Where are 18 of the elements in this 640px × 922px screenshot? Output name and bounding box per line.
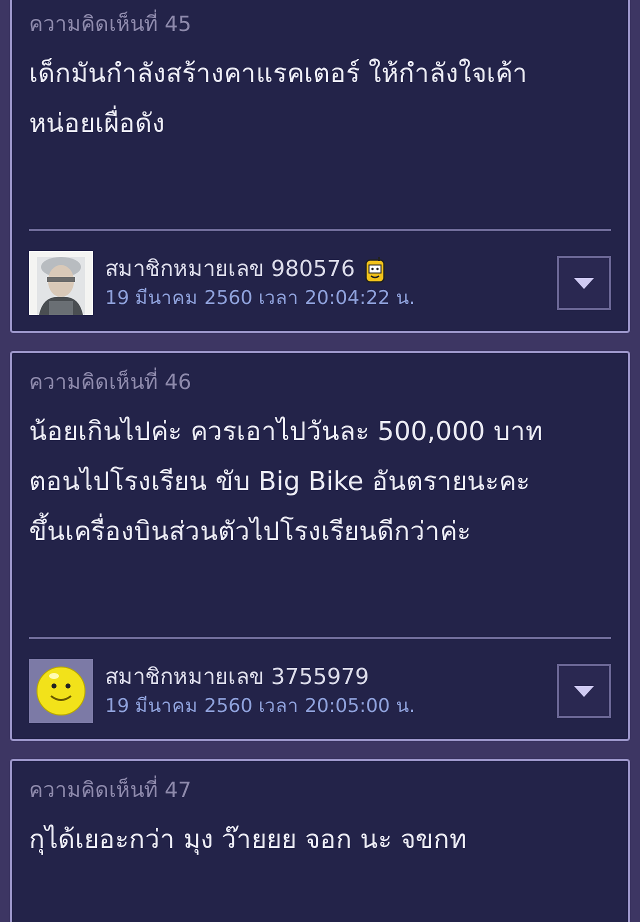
comment-date: 19 มีนาคม 2560 เวลา 20:04:22 น.: [105, 286, 416, 311]
comment-date: 19 มีนาคม 2560 เวลา 20:05:00 น.: [105, 694, 416, 719]
comment-text: หน่อยเผื่อดัง: [29, 99, 611, 149]
comment-text: ขึ้นเครื่องบินส่วนตัวไปโรงเรียนดีกว่าค่ะ: [29, 507, 611, 557]
comment-number: ความคิดเห็นที่ 47: [29, 775, 611, 805]
comment-number: ความคิดเห็นที่ 46: [29, 367, 611, 397]
comment-text: เด็กมันกำลังสร้างคาแรคเตอร์ ให้กำลังใจเค้า: [29, 57, 528, 91]
comment-number: ความคิดเห็นที่ 45: [29, 9, 611, 39]
comment-text: ตอนไปโรงเรียน ขับ Big Bike อันตรายนะคะ: [29, 466, 531, 499]
options-dropdown-button[interactable]: [557, 664, 611, 718]
member-name[interactable]: สมาชิกหมายเลข 980576: [105, 255, 355, 285]
member-name[interactable]: สมาชิกหมายเลข 3755979: [105, 663, 369, 693]
comment-text: กุได้เยอะกว่า มุง ว๊ายยย จอก นะ จขกท: [29, 824, 468, 857]
caret-icon: [574, 686, 594, 696]
caret-icon: [574, 278, 594, 288]
smiley-icon: [36, 666, 86, 716]
options-dropdown-button[interactable]: [557, 256, 611, 310]
comment-text: น้อยเกินไปค่ะ ควรเอาไปวันละ 500,000 บาท: [29, 416, 544, 449]
